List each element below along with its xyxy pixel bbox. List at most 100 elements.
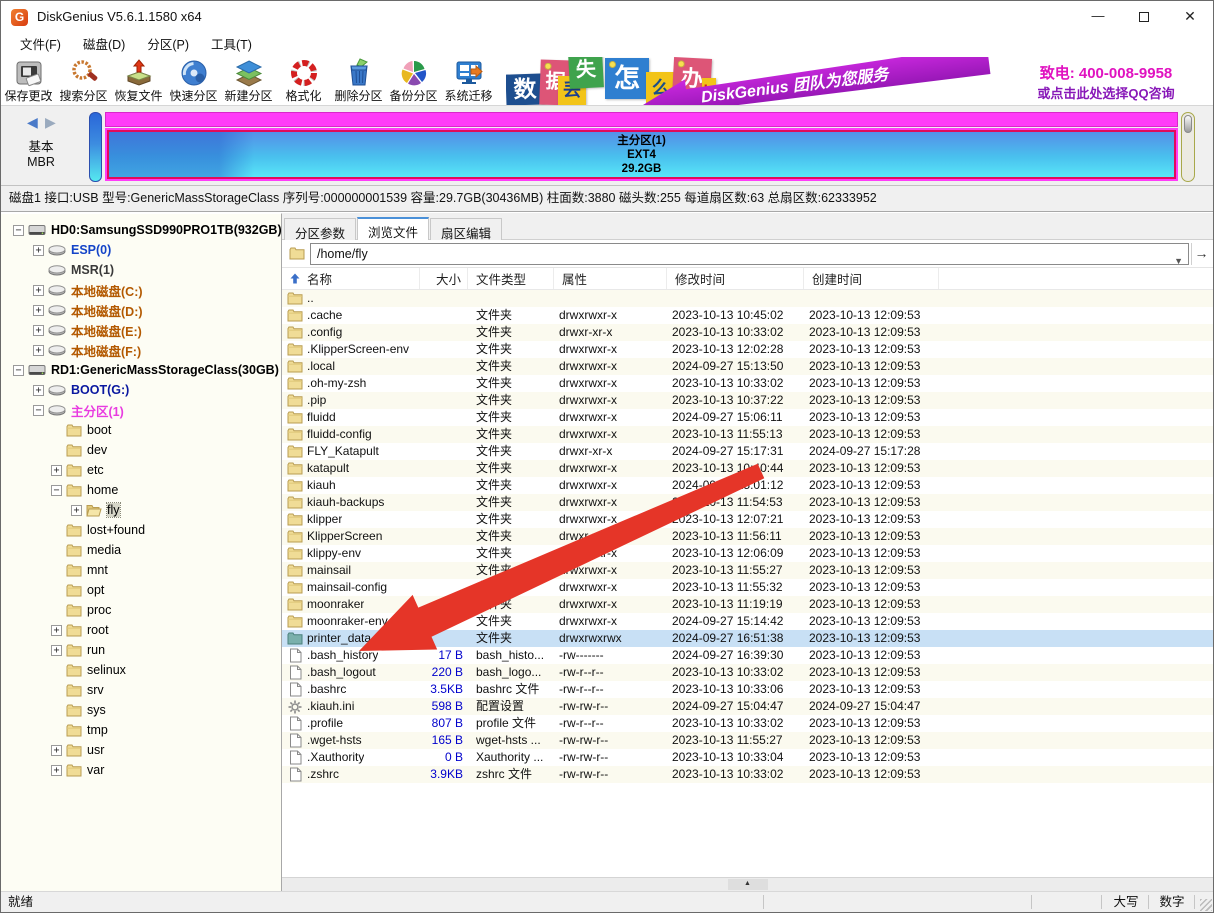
go-button[interactable]: → bbox=[1191, 243, 1211, 265]
tree-item-home[interactable]: −home bbox=[1, 480, 281, 500]
tree-item-msr-1-[interactable]: MSR(1) bbox=[1, 260, 281, 280]
file-row[interactable]: .. bbox=[282, 290, 1213, 307]
tree-item-hd0-samsungssd990pro1tb-932gb-[interactable]: −HD0:SamsungSSD990PRO1TB(932GB) bbox=[1, 220, 281, 240]
expand-icon[interactable]: + bbox=[33, 285, 44, 296]
collapse-icon[interactable]: − bbox=[13, 365, 24, 376]
tree-item-mnt[interactable]: mnt bbox=[1, 560, 281, 580]
toolbar-button-format[interactable]: 格式化 bbox=[276, 57, 331, 105]
expand-icon[interactable]: + bbox=[71, 505, 82, 516]
menu-item-1[interactable]: 磁盘(D) bbox=[72, 33, 136, 57]
prev-disk-icon[interactable]: ◀ bbox=[27, 114, 38, 131]
collapse-icon[interactable]: − bbox=[33, 405, 44, 416]
close-button[interactable]: ✕ bbox=[1167, 1, 1213, 33]
expand-icon[interactable]: + bbox=[33, 305, 44, 316]
file-row[interactable]: klipper文件夹drwxrwxr-x2023-10-13 12:07:212… bbox=[282, 511, 1213, 528]
column-header-3[interactable]: 属性 bbox=[554, 268, 667, 289]
column-header-4[interactable]: 修改时间 bbox=[667, 268, 804, 289]
tree-item-boot[interactable]: boot bbox=[1, 420, 281, 440]
file-row[interactable]: fluidd-config文件夹drwxrwxr-x2023-10-13 11:… bbox=[282, 426, 1213, 443]
collapse-icon[interactable]: − bbox=[51, 485, 62, 496]
toolbar-button-backup-partition[interactable]: 备份分区 bbox=[386, 57, 441, 105]
minimize-button[interactable]: — bbox=[1075, 1, 1121, 33]
toolbar-button-new-partition[interactable]: 新建分区 bbox=[221, 57, 276, 105]
free-space-strip[interactable] bbox=[105, 112, 1178, 127]
tree-item-opt[interactable]: opt bbox=[1, 580, 281, 600]
file-row[interactable]: .wget-hsts165 Bwget-hsts ...-rw-rw-r--20… bbox=[282, 732, 1213, 749]
expand-icon[interactable]: + bbox=[33, 245, 44, 256]
file-row[interactable]: .local文件夹drwxrwxr-x2024-09-27 15:13:5020… bbox=[282, 358, 1213, 375]
column-header-2[interactable]: 文件类型 bbox=[468, 268, 554, 289]
tree-item-esp-0-[interactable]: +ESP(0) bbox=[1, 240, 281, 260]
expand-icon[interactable]: + bbox=[51, 645, 62, 656]
file-row[interactable]: .KlipperScreen-env文件夹drwxrwxr-x2023-10-1… bbox=[282, 341, 1213, 358]
tree-item--e-[interactable]: +本地磁盘(E:) bbox=[1, 320, 281, 340]
file-row[interactable]: .kiauh.ini598 B配置设置-rw-rw-r--2024-09-27 … bbox=[282, 698, 1213, 715]
menu-item-2[interactable]: 分区(P) bbox=[136, 33, 200, 57]
file-row[interactable]: .Xauthority0 BXauthority ...-rw-rw-r--20… bbox=[282, 749, 1213, 766]
menu-item-3[interactable]: 工具(T) bbox=[200, 33, 263, 57]
path-input[interactable]: /home/fly ▼ bbox=[310, 243, 1189, 265]
file-row[interactable]: .cache文件夹drwxrwxr-x2023-10-13 10:45:0220… bbox=[282, 307, 1213, 324]
expand-icon[interactable]: + bbox=[51, 765, 62, 776]
banner-qq-link[interactable]: 或点击此处选择QQ咨询 bbox=[1006, 83, 1206, 102]
column-header-1[interactable]: 大小 bbox=[420, 268, 468, 289]
tree-item-dev[interactable]: dev bbox=[1, 440, 281, 460]
toolbar-button-delete-partition[interactable]: 删除分区 bbox=[331, 57, 386, 105]
tree-item-lost-found[interactable]: lost+found bbox=[1, 520, 281, 540]
maximize-button[interactable] bbox=[1121, 1, 1167, 33]
tree-item-proc[interactable]: proc bbox=[1, 600, 281, 620]
tree-item-selinux[interactable]: selinux bbox=[1, 660, 281, 680]
file-row[interactable]: .config文件夹drwxr-xr-x2023-10-13 10:33:022… bbox=[282, 324, 1213, 341]
file-row[interactable]: klippy-env文件夹drwxrwxr-x2023-10-13 12:06:… bbox=[282, 545, 1213, 562]
expand-icon[interactable]: + bbox=[33, 345, 44, 356]
tree-item-sys[interactable]: sys bbox=[1, 700, 281, 720]
menu-item-0[interactable]: 文件(F) bbox=[9, 33, 72, 57]
expand-icon[interactable]: + bbox=[33, 385, 44, 396]
tree-item--f-[interactable]: +本地磁盘(F:) bbox=[1, 340, 281, 360]
column-header-5[interactable]: 创建时间 bbox=[804, 268, 939, 289]
column-header-0[interactable]: 名称 bbox=[282, 268, 420, 289]
collapse-icon[interactable]: − bbox=[13, 225, 24, 236]
tree-item--c-[interactable]: +本地磁盘(C:) bbox=[1, 280, 281, 300]
file-row[interactable]: moonraker-env文件夹drwxrwxr-x2024-09-27 15:… bbox=[282, 613, 1213, 630]
file-row[interactable]: .profile807 Bprofile 文件-rw-r--r--2023-10… bbox=[282, 715, 1213, 732]
file-row[interactable]: printer_data文件夹drwxrwxrwx2024-09-27 16:5… bbox=[282, 630, 1213, 647]
chevron-down-icon[interactable]: ▼ bbox=[1174, 251, 1183, 271]
file-row[interactable]: .oh-my-zsh文件夹drwxrwxr-x2023-10-13 10:33:… bbox=[282, 375, 1213, 392]
toolbar-button-recover-files[interactable]: 恢复文件 bbox=[111, 57, 166, 105]
ad-banner[interactable]: 数据丢失怎么办！ DiskGenius 团队为您服务 致电: 400-008-9… bbox=[506, 57, 1211, 105]
tree-item-etc[interactable]: +etc bbox=[1, 460, 281, 480]
tree-item-media[interactable]: media bbox=[1, 540, 281, 560]
file-row[interactable]: .zshrc3.9KBzshrc 文件-rw-rw-r--2023-10-13 … bbox=[282, 766, 1213, 783]
tree-item-tmp[interactable]: tmp bbox=[1, 720, 281, 740]
tree-item--d-[interactable]: +本地磁盘(D:) bbox=[1, 300, 281, 320]
file-row[interactable]: mainsail文件夹drwxrwxr-x2023-10-13 11:55:27… bbox=[282, 562, 1213, 579]
file-row[interactable]: fluidd文件夹drwxrwxr-x2024-09-27 15:06:1120… bbox=[282, 409, 1213, 426]
tree-item-rd1-genericmassstorageclass-30gb-[interactable]: −RD1:GenericMassStorageClass(30GB) bbox=[1, 360, 281, 380]
tree-item-run[interactable]: +run bbox=[1, 640, 281, 660]
file-row[interactable]: .bashrc3.5KBbashrc 文件-rw-r--r--2023-10-1… bbox=[282, 681, 1213, 698]
next-disk-icon[interactable]: ▶ bbox=[45, 114, 56, 131]
toolbar-button-search-partition[interactable]: 搜索分区 bbox=[56, 57, 111, 105]
tree-item-boot-g-[interactable]: +BOOT(G:) bbox=[1, 380, 281, 400]
tree-item-fly[interactable]: +fly bbox=[1, 500, 281, 520]
file-row[interactable]: katapult文件夹drwxrwxr-x2023-10-13 10:40:44… bbox=[282, 460, 1213, 477]
file-row[interactable]: FLY_Katapult文件夹drwxr-xr-x2024-09-27 15:1… bbox=[282, 443, 1213, 460]
file-row[interactable]: moonraker文件夹drwxrwxr-x2023-10-13 11:19:1… bbox=[282, 596, 1213, 613]
file-row[interactable]: mainsail-config文件夹drwxrwxr-x2023-10-13 1… bbox=[282, 579, 1213, 596]
file-row[interactable]: .pip文件夹drwxrwxr-x2023-10-13 10:37:222023… bbox=[282, 392, 1213, 409]
expand-icon[interactable]: + bbox=[33, 325, 44, 336]
tree-item--1-[interactable]: −主分区(1) bbox=[1, 400, 281, 420]
expand-panel-button[interactable]: ▲ bbox=[728, 879, 768, 890]
file-row[interactable]: .bash_history17 Bbash_histo...-rw-------… bbox=[282, 647, 1213, 664]
expand-icon[interactable]: + bbox=[51, 625, 62, 636]
file-row[interactable]: kiauh文件夹drwxrwxr-x2024-09-27 15:01:12202… bbox=[282, 477, 1213, 494]
tree-item-usr[interactable]: +usr bbox=[1, 740, 281, 760]
tree-item-var[interactable]: +var bbox=[1, 760, 281, 780]
file-row[interactable]: KlipperScreen文件夹drwxr-xr-x2023-10-13 11:… bbox=[282, 528, 1213, 545]
tree-item-srv[interactable]: srv bbox=[1, 680, 281, 700]
toolbar-button-quick-partition[interactable]: 快速分区 bbox=[166, 57, 221, 105]
tab-1[interactable]: 浏览文件 bbox=[357, 217, 429, 241]
toolbar-button-save-changes[interactable]: 保存更改 bbox=[1, 57, 56, 105]
toolbar-button-system-migration[interactable]: 系统迁移 bbox=[441, 57, 496, 105]
